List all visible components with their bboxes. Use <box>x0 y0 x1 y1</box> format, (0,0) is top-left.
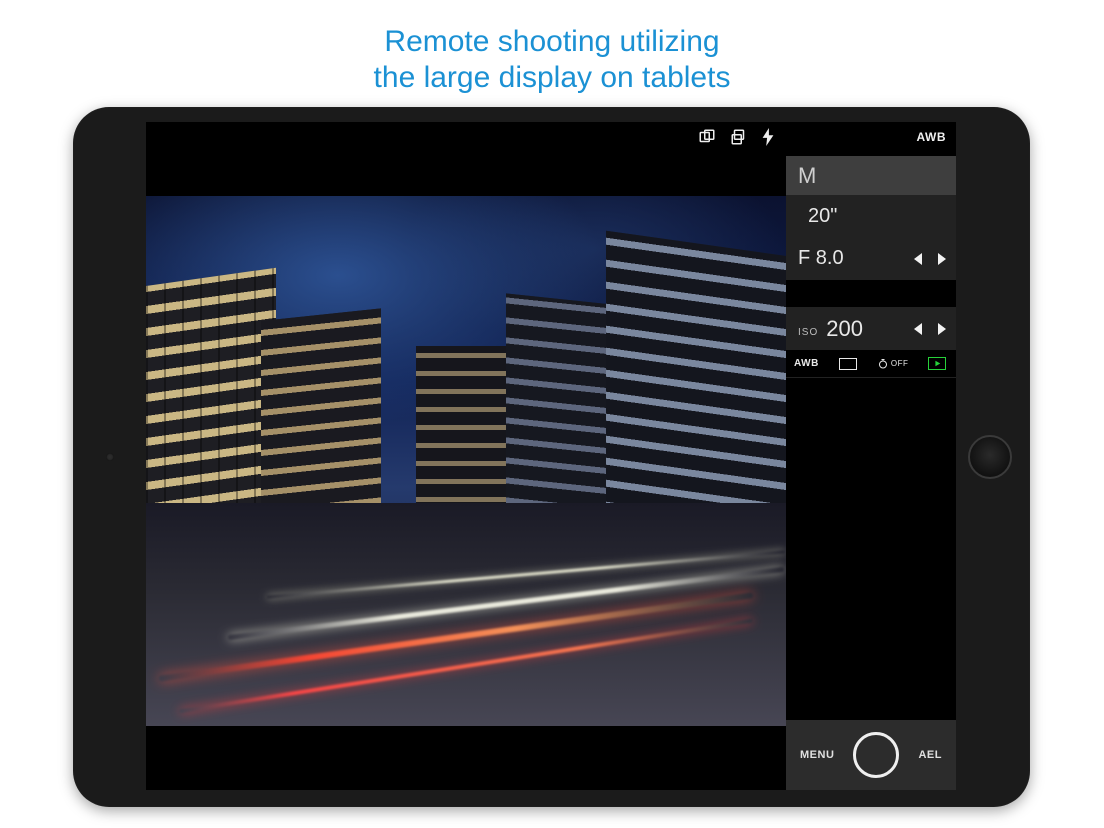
self-timer-off-label: OFF <box>891 359 909 368</box>
white-balance-badge[interactable]: AWB <box>917 130 947 144</box>
headline-line-2: the large display on tablets <box>374 61 731 94</box>
aperture-increase-icon[interactable] <box>936 253 946 265</box>
ael-button[interactable]: AEL <box>918 749 942 761</box>
iso-decrease-icon[interactable] <box>914 323 924 335</box>
app-screen: AWB M 20" <box>146 122 956 790</box>
orientation-lock-icon[interactable] <box>698 128 716 146</box>
aperture-row[interactable]: F 8.0 <box>786 238 956 280</box>
flash-icon[interactable] <box>762 128 774 146</box>
display-rotate-icon[interactable] <box>730 128 748 146</box>
tablet-front-camera <box>106 453 114 461</box>
playback-icon[interactable] <box>928 357 946 370</box>
tablet-frame: AWB M 20" <box>73 107 1030 807</box>
shutter-button[interactable] <box>853 732 899 778</box>
mode-row[interactable]: M <box>786 156 956 196</box>
self-timer-off[interactable]: OFF <box>877 358 909 370</box>
awb-chip[interactable]: AWB <box>794 358 819 369</box>
aperture-decrease-icon[interactable] <box>914 253 924 265</box>
iso-value: 200 <box>826 316 863 342</box>
shutter-value: 20" <box>808 205 837 228</box>
panel-spacer <box>786 280 956 308</box>
headline-line-1: Remote shooting utilizing <box>384 25 719 58</box>
settings-panel: M 20" F 8.0 ISO 200 <box>786 156 956 720</box>
promo-headline: Remote shooting utilizing the large disp… <box>0 0 1104 96</box>
aperture-value: F 8.0 <box>798 247 844 270</box>
quick-settings-row: AWB OFF <box>786 350 956 378</box>
bottom-bar: MENU AEL <box>786 720 956 790</box>
live-view-preview[interactable] <box>146 196 786 726</box>
tablet-home-button[interactable] <box>968 435 1012 479</box>
aspect-ratio-icon[interactable] <box>839 358 857 370</box>
iso-row[interactable]: ISO 200 <box>786 308 956 350</box>
menu-button[interactable]: MENU <box>800 749 834 761</box>
shutter-row[interactable]: 20" <box>786 196 956 238</box>
scene-road <box>146 503 786 726</box>
top-status-bar: AWB <box>146 122 956 156</box>
iso-increase-icon[interactable] <box>936 323 946 335</box>
iso-label: ISO <box>798 327 818 338</box>
mode-value: M <box>798 163 816 189</box>
